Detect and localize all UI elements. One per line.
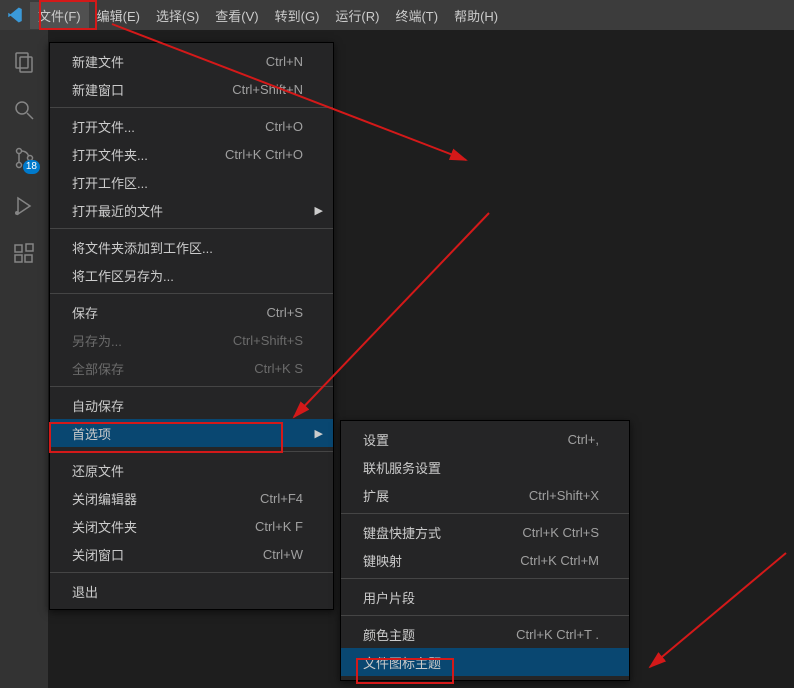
menu-item-label: 另存为...: [72, 331, 122, 350]
separator: [341, 615, 629, 616]
menu-item-hotkey: Ctrl+K F: [255, 519, 303, 534]
file-menu-item[interactable]: 关闭窗口 Ctrl+W: [50, 540, 333, 568]
search-icon[interactable]: [0, 86, 48, 134]
menu-item-label: 全部保存: [72, 359, 124, 378]
pref-menu-item[interactable]: 文件图标主题: [341, 648, 629, 676]
menu-item-hotkey: Ctrl+Shift+X: [529, 488, 599, 503]
menu-item-label: 首选项: [72, 424, 111, 443]
pref-menu-item[interactable]: 键盘快捷方式 Ctrl+K Ctrl+S: [341, 518, 629, 546]
scm-badge: 18: [23, 160, 40, 174]
file-menu-item[interactable]: 关闭文件夹 Ctrl+K F: [50, 512, 333, 540]
separator: [50, 451, 333, 452]
pref-menu-item[interactable]: 颜色主题 Ctrl+K Ctrl+T .: [341, 620, 629, 648]
menu-item-label: 颜色主题: [363, 625, 415, 644]
pref-menu-item[interactable]: 扩展 Ctrl+Shift+X: [341, 481, 629, 509]
menu-item-hotkey: Ctrl+K Ctrl+S: [522, 525, 599, 540]
menu-item-3[interactable]: 查看(V): [207, 2, 266, 29]
menu-item-label: 键映射: [363, 551, 402, 570]
scm-icon[interactable]: 18: [0, 134, 48, 182]
menu-item-2[interactable]: 选择(S): [148, 2, 207, 29]
menu-item-hotkey: Ctrl+,: [568, 432, 599, 447]
menu-item-label: 关闭文件夹: [72, 517, 137, 536]
pref-menu-item[interactable]: 联机服务设置: [341, 453, 629, 481]
menu-item-label: 保存: [72, 303, 98, 322]
menu-item-hotkey: Ctrl+K Ctrl+O: [225, 147, 303, 162]
file-menu-item: 另存为... Ctrl+Shift+S: [50, 326, 333, 354]
file-menu-item[interactable]: 退出: [50, 577, 333, 605]
menu-item-label: 将文件夹添加到工作区...: [72, 238, 213, 257]
menu-item-label: 设置: [363, 430, 389, 449]
preferences-submenu: 设置 Ctrl+, 联机服务设置扩展 Ctrl+Shift+X 键盘快捷方式 Ctrl+K…: [340, 420, 630, 681]
separator: [341, 513, 629, 514]
separator: [50, 572, 333, 573]
file-menu-item[interactable]: 关闭编辑器 Ctrl+F4: [50, 484, 333, 512]
submenu-arrow-icon: ▶: [315, 204, 323, 217]
separator: [50, 107, 333, 108]
menu-item-0[interactable]: 文件(F): [30, 2, 89, 29]
run-icon[interactable]: [0, 182, 48, 230]
file-menu-item[interactable]: 打开最近的文件 ▶: [50, 196, 333, 224]
file-menu-item[interactable]: 打开文件夹... Ctrl+K Ctrl+O: [50, 140, 333, 168]
menu-item-label: 退出: [72, 582, 98, 601]
menu-item-hotkey: Ctrl+N: [266, 54, 303, 69]
pref-menu-item[interactable]: 键映射 Ctrl+K Ctrl+M: [341, 546, 629, 574]
file-menu-item[interactable]: 打开工作区...: [50, 168, 333, 196]
pref-menu-item[interactable]: 设置 Ctrl+,: [341, 425, 629, 453]
menu-item-7[interactable]: 帮助(H): [446, 2, 506, 29]
file-menu-item[interactable]: 还原文件: [50, 456, 333, 484]
file-menu: 新建文件Ctrl+N新建窗口Ctrl+Shift+N打开文件...Ctrl+O打…: [49, 42, 334, 610]
submenu-arrow-icon: ▶: [315, 427, 323, 440]
separator: [341, 578, 629, 579]
activity-bar: 18: [0, 30, 48, 688]
pref-menu-item[interactable]: 用户片段: [341, 583, 629, 611]
menu-item-4[interactable]: 转到(G): [267, 2, 328, 29]
menu-item-label: 打开最近的文件: [72, 201, 163, 220]
menu-item-label: 新建文件: [72, 52, 124, 71]
menu-item-hotkey: Ctrl+K Ctrl+T .: [516, 627, 599, 642]
file-menu-item[interactable]: 首选项 ▶: [50, 419, 333, 447]
menu-item-label: 将工作区另存为...: [72, 266, 174, 285]
menu-item-label: 关闭窗口: [72, 545, 124, 564]
menu-item-label: 打开文件夹...: [72, 145, 148, 164]
file-menu-item[interactable]: 新建文件 Ctrl+N: [50, 47, 333, 75]
file-menu-item: 全部保存 Ctrl+K S: [50, 354, 333, 382]
file-menu-item[interactable]: 将工作区另存为...: [50, 261, 333, 289]
separator: [50, 293, 333, 294]
menu-item-hotkey: Ctrl+F4: [260, 491, 303, 506]
menu-item-hotkey: Ctrl+K S: [254, 361, 303, 376]
menu-item-hotkey: Ctrl+S: [267, 305, 303, 320]
menu-item-1[interactable]: 编辑(E): [89, 2, 148, 29]
menu-item-hotkey: Ctrl+K Ctrl+M: [520, 553, 599, 568]
menu-item-hotkey: Ctrl+Shift+S: [233, 333, 303, 348]
menu-item-label: 打开工作区...: [72, 173, 148, 192]
separator: [50, 228, 333, 229]
menu-item-label: 用户片段: [363, 588, 415, 607]
vscode-icon: [6, 6, 24, 24]
explorer-icon[interactable]: [0, 38, 48, 86]
file-menu-item[interactable]: 保存 Ctrl+S: [50, 298, 333, 326]
menubar: 文件(F)编辑(E)选择(S)查看(V)转到(G)运行(R)终端(T)帮助(H): [0, 0, 794, 30]
menu-item-label: 自动保存: [72, 396, 124, 415]
separator: [50, 386, 333, 387]
file-menu-item[interactable]: 打开文件... Ctrl+O: [50, 112, 333, 140]
menu-item-label: 新建窗口: [72, 80, 124, 99]
menu-item-label: 关闭编辑器: [72, 489, 137, 508]
menu-item-label: 还原文件: [72, 461, 124, 480]
file-menu-item[interactable]: 将文件夹添加到工作区...: [50, 233, 333, 261]
menu-item-hotkey: Ctrl+O: [265, 119, 303, 134]
menu-item-hotkey: Ctrl+W: [263, 547, 303, 562]
file-menu-item[interactable]: 自动保存: [50, 391, 333, 419]
menu-item-label: 扩展: [363, 486, 389, 505]
menu-item-5[interactable]: 运行(R): [327, 2, 387, 29]
menu-item-label: 键盘快捷方式: [363, 523, 441, 542]
file-menu-item[interactable]: 新建窗口 Ctrl+Shift+N: [50, 75, 333, 103]
menu-item-label: 文件图标主题: [363, 653, 441, 672]
menu-item-label: 联机服务设置: [363, 458, 441, 477]
menu-item-label: 打开文件...: [72, 117, 135, 136]
extensions-icon[interactable]: [0, 230, 48, 278]
menu-item-hotkey: Ctrl+Shift+N: [232, 82, 303, 97]
menu-item-6[interactable]: 终端(T): [387, 2, 446, 29]
